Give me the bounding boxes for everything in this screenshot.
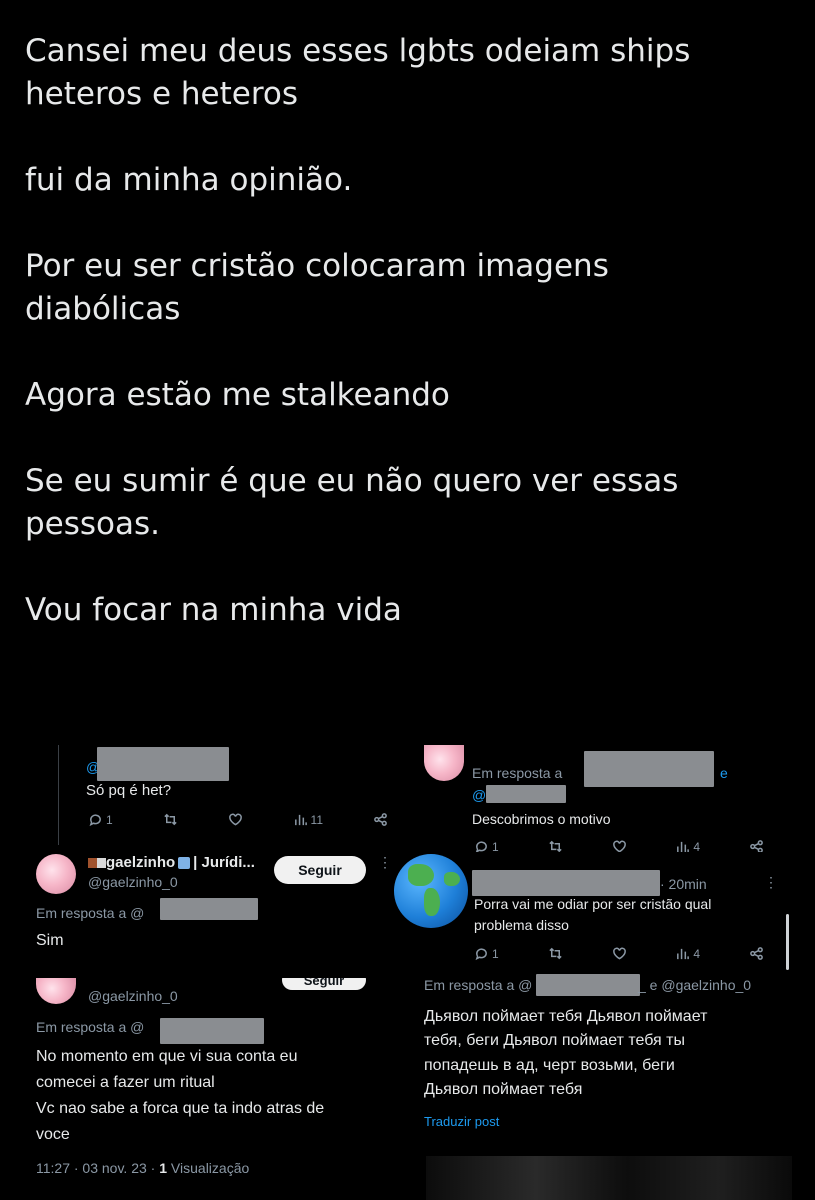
post-paragraph-3: Por eu ser cristão colocaram imagens dia… (25, 248, 609, 327)
mention-at[interactable]: @ (472, 787, 486, 803)
reply-line-2: тебя, беги Дьявол поймает тебя ты (424, 1032, 685, 1049)
reply-icon (475, 948, 487, 961)
dark-image (426, 1156, 792, 1200)
screenshot-top-right: Em resposta a e @ Descobrimos o motivo 1… (412, 745, 792, 857)
reply-to-label: Em resposta a @ (36, 905, 145, 921)
user-handle[interactable]: @gaelzinho_0 (88, 988, 178, 1004)
screenshot-middle-right: · 20min ⋮ Porra vai me odiar por ser cri… (392, 852, 792, 972)
like-action[interactable] (612, 946, 627, 961)
reply-line-2: problema disso (474, 917, 569, 933)
continent-shape (444, 872, 460, 886)
screenshot-bottom-left: @gaelzinho_0 Seguir Em resposta a @ No m… (0, 978, 410, 1183)
more-icon[interactable]: ⋮ (764, 874, 778, 891)
post-paragraph-4: Agora estão me stalkeando (25, 377, 450, 413)
action-bar: 1 11 (88, 812, 388, 827)
post-paragraph-2: fui da minha opinião. (25, 162, 353, 198)
display-name[interactable]: gaelzinho | Jurídi... (88, 854, 255, 871)
views-icon (294, 814, 307, 826)
redacted-handle (536, 974, 640, 996)
avatar[interactable] (36, 854, 76, 894)
continent-shape (408, 864, 434, 886)
views-action[interactable]: 11 (293, 812, 323, 827)
redacted-handle (160, 1018, 264, 1044)
reply-icon (89, 814, 101, 827)
share-icon (374, 813, 387, 826)
follow-button[interactable]: Seguir (274, 856, 366, 884)
action-bar: 1 4 (474, 946, 764, 961)
reply-text: Descobrimos o motivo (472, 811, 611, 827)
screenshot-middle-left: gaelzinho | Jurídi... @gaelzinho_0 Seguir… (0, 848, 395, 976)
continent-shape (424, 888, 440, 916)
scrollbar[interactable] (786, 914, 789, 970)
retweet-icon (548, 947, 562, 960)
reply-line-1: Porra vai me odiar por ser cristão qual (474, 896, 712, 912)
post-time: · 20min (660, 876, 707, 892)
views-action[interactable]: 4 (675, 946, 700, 961)
views-icon (677, 948, 690, 960)
retweet-action[interactable] (548, 946, 563, 961)
redacted-handle (97, 747, 229, 781)
flag-icon (88, 858, 106, 869)
share-action[interactable] (749, 946, 764, 961)
redacted-handle (160, 898, 258, 920)
and-handle[interactable]: _ e @gaelzinho_0 (638, 977, 751, 993)
post-text: Cansei meu deus esses lgbts odeiam ships… (25, 30, 795, 632)
redacted-name (472, 870, 660, 896)
avatar[interactable] (424, 745, 464, 781)
reply-to-label: Em resposta a (472, 765, 563, 781)
more-icon[interactable]: ⋮ (378, 854, 392, 871)
reply-text: Só pq é het? (86, 782, 172, 799)
reply-to-label: Em resposta a @ (424, 977, 533, 993)
and-label: e (720, 765, 728, 781)
reply-line-4: voce (36, 1126, 70, 1143)
reply-line-3: Vc nao sabe a forca que ta indo atras de (36, 1100, 325, 1117)
post-paragraph-1: Cansei meu deus esses lgbts odeiam ships… (25, 33, 691, 112)
reply-text: Sim (36, 932, 64, 949)
reply-line-4: Дьявол поймает тебя (424, 1081, 583, 1098)
post-paragraph-5: Se eu sumir é que eu não quero ver essas… (25, 463, 679, 542)
screenshot-top-left: @ Só pq é het? 1 11 (0, 745, 395, 845)
heart-icon (228, 813, 242, 826)
translate-link[interactable]: Traduzir post (424, 1114, 499, 1129)
user-handle[interactable]: @gaelzinho_0 (88, 874, 178, 890)
reply-action[interactable]: 1 (474, 946, 499, 961)
reply-line-1: No momento em que vi sua conta eu (36, 1048, 298, 1065)
redacted-handle-2 (486, 785, 566, 803)
share-action[interactable] (373, 812, 388, 827)
heart-icon (612, 947, 626, 960)
avatar[interactable] (36, 978, 76, 1004)
like-action[interactable] (228, 812, 243, 827)
follow-button[interactable]: Seguir (282, 978, 366, 990)
reply-line-2: comecei a fazer um ritual (36, 1074, 215, 1091)
reply-action[interactable]: 1 (88, 812, 113, 827)
thread-line (58, 745, 59, 845)
timestamp-line: 11:27 · 03 nov. 23 · 1 Visualização (36, 1160, 250, 1176)
screenshot-bottom-right: Em resposta a @ _ e @gaelzinho_0 Дьявол … (412, 974, 792, 1200)
retweet-icon (163, 813, 177, 826)
retweet-action[interactable] (163, 812, 178, 827)
redacted-handle (584, 751, 714, 787)
share-icon (750, 947, 763, 960)
reply-line-3: попадешь в ад, черт возьми, беги (424, 1057, 675, 1074)
verified-icon (178, 857, 191, 870)
reply-to-label: Em resposta a @ (36, 1019, 145, 1035)
post-paragraph-6: Vou focar na minha vida (25, 592, 402, 628)
reply-line-1: Дьявол поймает тебя Дьявол поймает (424, 1008, 708, 1025)
globe-avatar[interactable] (394, 854, 468, 928)
